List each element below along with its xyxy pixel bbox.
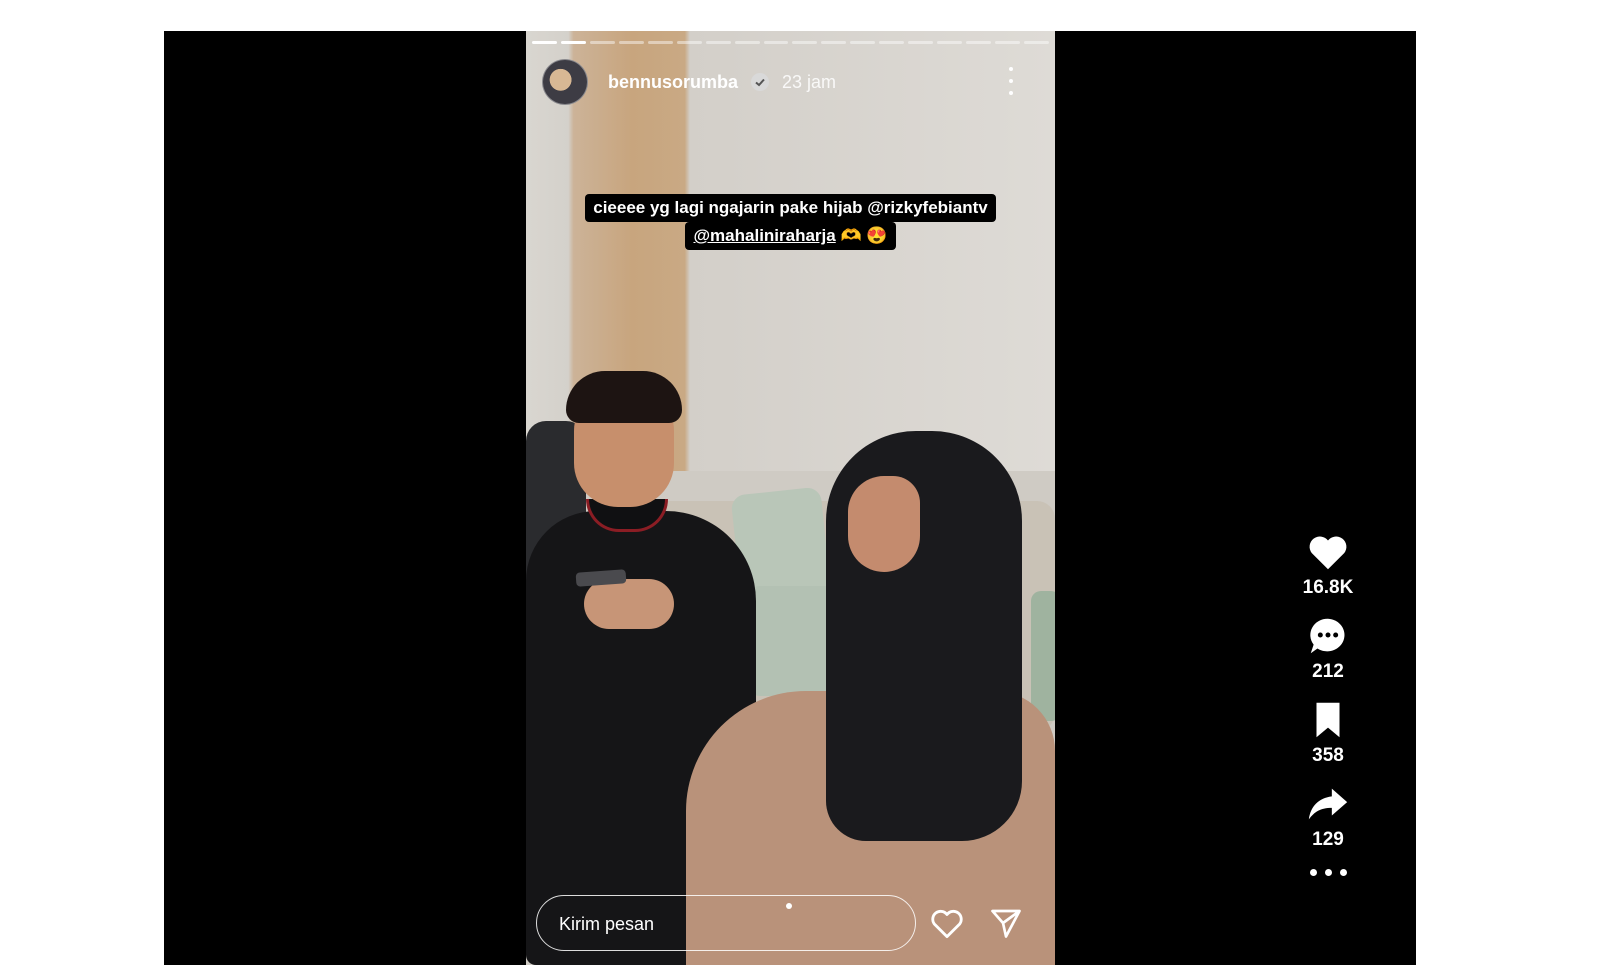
action-bar: 16.8K 212 358 129 (1298, 529, 1358, 876)
carousel-indicator (786, 903, 792, 909)
caption-line-2: @mahaliniraharja 🫶 😍 (685, 222, 896, 250)
photo-cushion (1031, 591, 1055, 721)
caption-emoji: 🫶 😍 (835, 226, 888, 245)
message-placeholder: Kirim pesan (559, 914, 655, 934)
message-input[interactable]: Kirim pesan (536, 895, 916, 951)
progress-segment (618, 41, 644, 44)
photo-hair (566, 371, 682, 423)
progress-segment (850, 41, 876, 44)
avatar[interactable] (542, 59, 588, 105)
share-icon[interactable] (1305, 781, 1351, 827)
progress-segment (908, 41, 934, 44)
progress-segment (734, 41, 760, 44)
share-count: 129 (1312, 829, 1344, 850)
save-count: 358 (1312, 745, 1344, 766)
progress-segment (589, 41, 615, 44)
progress-segment (676, 41, 702, 44)
send-icon[interactable] (988, 905, 1024, 941)
story-header: bennusorumba 23 jam (542, 59, 1042, 105)
progress-segment (763, 41, 789, 44)
comment-count: 212 (1312, 661, 1344, 682)
like-action[interactable]: 16.8K (1298, 529, 1358, 599)
progress-segment (705, 41, 731, 44)
more-options-icon[interactable] (1008, 67, 1014, 95)
story-progress-bar (532, 41, 1049, 44)
bookmark-icon[interactable] (1305, 697, 1351, 743)
more-horizontal-icon[interactable] (1298, 869, 1358, 876)
progress-segment (532, 41, 557, 44)
progress-segment (879, 41, 905, 44)
progress-segment (792, 41, 818, 44)
story-time: 23 jam (782, 71, 837, 92)
like-count: 16.8K (1302, 577, 1354, 598)
progress-segment (966, 41, 991, 44)
save-action[interactable]: 358 (1298, 697, 1358, 767)
photo-face-right (848, 476, 920, 572)
progress-segment (647, 41, 673, 44)
photo-hand (584, 579, 674, 629)
caption-line-1: cieeee yg lagi ngajarin pake hijab @rizk… (585, 194, 996, 222)
progress-segment (1023, 41, 1049, 44)
progress-segment (560, 41, 586, 44)
comment-icon[interactable] (1305, 613, 1351, 659)
story-card[interactable]: bennusorumba 23 jam cieeee yg lagi ngaja… (526, 31, 1055, 965)
share-action[interactable]: 129 (1298, 781, 1358, 851)
username[interactable]: bennusorumba (608, 72, 738, 93)
heart-icon[interactable] (928, 905, 966, 943)
story-viewer: bennusorumba 23 jam cieeee yg lagi ngaja… (164, 31, 1416, 965)
heart-icon[interactable] (1305, 529, 1351, 575)
verified-icon (751, 73, 770, 91)
story-footer: Kirim pesan (536, 895, 1045, 955)
story-caption: cieeee yg lagi ngajarin pake hijab @rizk… (526, 194, 1055, 250)
progress-segment (821, 41, 847, 44)
mention-link[interactable]: @mahaliniraharja (693, 226, 835, 245)
progress-segment (995, 41, 1020, 44)
progress-segment (937, 41, 963, 44)
comment-action[interactable]: 212 (1298, 613, 1358, 683)
